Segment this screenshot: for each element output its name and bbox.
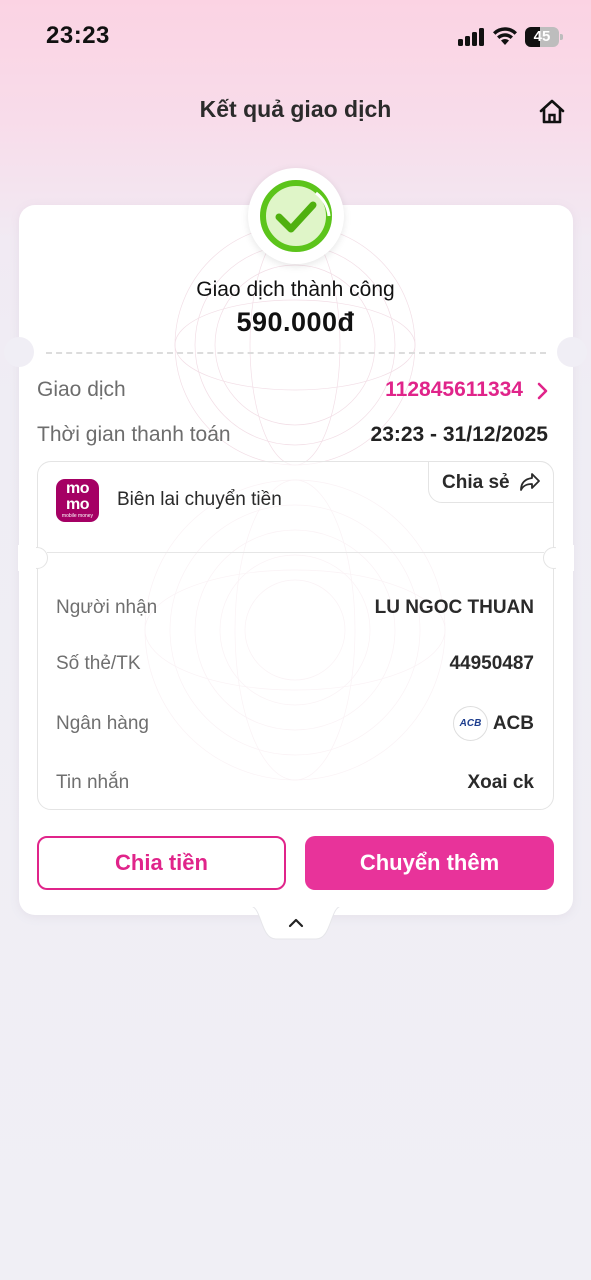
cellular-signal-icon [458, 28, 485, 46]
success-badge [248, 168, 344, 264]
message-label: Tin nhắn [56, 772, 130, 793]
expand-tab[interactable] [250, 905, 342, 941]
transaction-id-link[interactable]: 112845611334 [385, 378, 523, 402]
transaction-label: Giao dịch [37, 378, 126, 401]
account-label: Số thẻ/TK [56, 653, 141, 674]
momo-logo: mo mo mobile money [56, 479, 99, 522]
status-bar: 23:23 45 [0, 0, 591, 76]
page-title: Kết quả giao dịch [199, 96, 392, 122]
status-time: 23:23 [46, 22, 110, 49]
ticket-notch-left [4, 337, 34, 367]
transfer-more-button[interactable]: Chuyển thêm [305, 836, 554, 890]
account-value: 44950487 [449, 653, 534, 674]
transaction-status: Giao dịch thành công [196, 278, 395, 301]
acb-bank-logo: ACB [453, 706, 488, 741]
dashed-divider [46, 352, 546, 354]
bank-label: Ngân hàng [56, 713, 149, 734]
receipt-divider [47, 552, 544, 553]
receipt-title: Biên lai chuyển tiền [117, 489, 282, 510]
battery-icon: 45 [525, 27, 563, 47]
chevron-right-icon[interactable] [536, 381, 550, 401]
share-button[interactable]: Chia sẻ [428, 461, 554, 503]
payment-time-value: 23:23 - 31/12/2025 [370, 423, 548, 446]
split-bill-button[interactable]: Chia tiền [37, 836, 286, 890]
recipient-label: Người nhận [56, 597, 158, 618]
bank-value: ACB [492, 713, 534, 734]
battery-percent: 45 [533, 28, 551, 45]
receipt-box [37, 461, 554, 810]
home-icon[interactable] [536, 96, 568, 128]
wifi-icon [493, 27, 517, 45]
transaction-amount: 590.000đ [236, 307, 355, 337]
payment-time-label: Thời gian thanh toán [37, 423, 231, 446]
check-circle-icon [260, 180, 332, 252]
share-label: Chia sẻ [442, 472, 510, 493]
share-arrow-icon [520, 473, 540, 491]
recipient-value: LU NGOC THUAN [374, 597, 534, 618]
ticket-notch-right [557, 337, 587, 367]
message-value: Xoai ck [467, 772, 534, 793]
